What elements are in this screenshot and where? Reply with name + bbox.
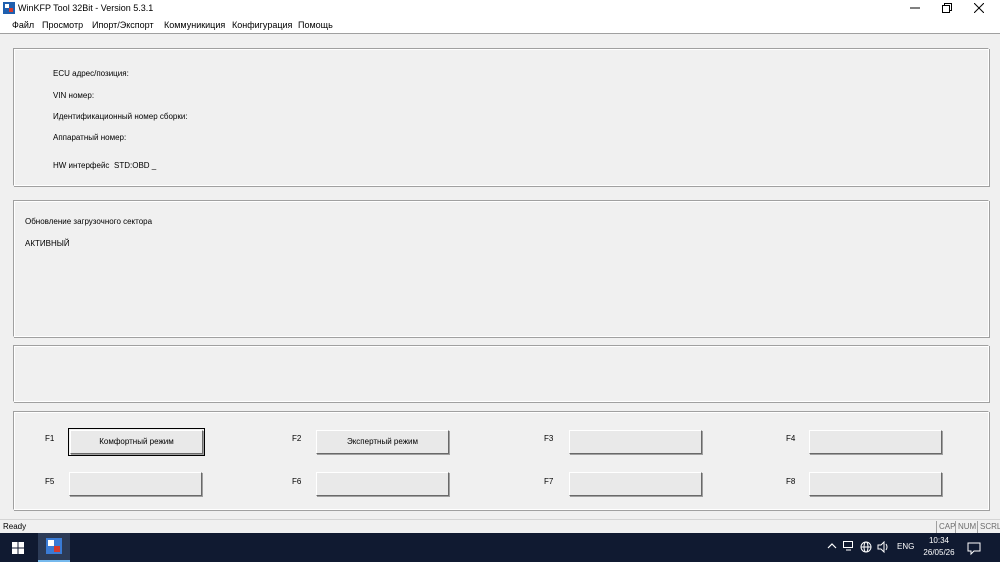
- f8-label: F8: [786, 477, 796, 486]
- chevron-up-icon[interactable]: [825, 541, 839, 555]
- clock-date: 26/05/26: [923, 548, 955, 557]
- close-button[interactable]: [964, 0, 994, 17]
- f4-button[interactable]: [809, 430, 942, 454]
- f8-button[interactable]: [809, 472, 942, 496]
- menu-view[interactable]: Просмотр: [42, 20, 83, 30]
- restore-icon: [942, 3, 952, 13]
- f4-label: F4: [786, 434, 796, 443]
- f3-label: F3: [544, 434, 554, 443]
- globe-icon[interactable]: [859, 541, 873, 555]
- hw-interface-value: STD:OBD _: [114, 161, 157, 170]
- f5-label: F5: [45, 477, 55, 486]
- taskbar-winkfp-app[interactable]: [38, 533, 70, 562]
- status-bar: Ready CAP NUM SCRL: [0, 519, 1000, 533]
- menu-bar: Файл Просмотр Ипорт/Экспорт Коммуникиция…: [0, 17, 1000, 34]
- window-title: WinKFP Tool 32Bit - Version 5.3.1: [18, 3, 154, 13]
- winkfp-app-icon: [46, 538, 62, 554]
- menu-file[interactable]: Файл: [12, 20, 34, 30]
- vin-label: VIN номер:: [53, 91, 95, 100]
- scrl-indicator: SCRL: [977, 521, 1000, 533]
- hw-interface-label: HW интерфейс: [53, 161, 110, 170]
- message-panel: [13, 345, 989, 402]
- f3-button[interactable]: [569, 430, 702, 454]
- status-panel: [13, 200, 989, 337]
- title-bar[interactable]: WinKFP Tool 32Bit - Version 5.3.1: [0, 0, 1000, 17]
- taskbar: ENG 10:34 26/05/26: [0, 533, 1000, 562]
- status-title: Обновление загрузочного сектора: [25, 217, 153, 226]
- cap-indicator: CAP: [936, 521, 955, 533]
- windows-start-icon: [12, 542, 24, 554]
- f6-label: F6: [292, 477, 302, 486]
- ecu-address-label: ECU адрес/позиция:: [53, 69, 129, 78]
- clock-time: 10:34: [928, 536, 950, 545]
- assembly-id-label: Идентификационный номер сборки:: [53, 112, 188, 121]
- menu-help[interactable]: Помощь: [298, 20, 333, 30]
- menu-communication[interactable]: Коммуникиция: [164, 20, 225, 30]
- minimize-icon: [910, 7, 920, 9]
- notification-icon[interactable]: [966, 540, 982, 556]
- hw-number-label: Аппаратный номер:: [53, 133, 127, 142]
- language-indicator[interactable]: ENG: [897, 542, 914, 551]
- network-icon[interactable]: [842, 541, 856, 555]
- status-state: АКТИВНЫЙ: [25, 239, 70, 248]
- f2-expert-mode-button[interactable]: Экспертный режим: [316, 430, 449, 454]
- start-button[interactable]: [0, 533, 36, 562]
- speaker-icon[interactable]: [876, 540, 890, 555]
- f5-button[interactable]: [69, 472, 202, 496]
- f2-label: F2: [292, 434, 302, 443]
- f7-button[interactable]: [569, 472, 702, 496]
- f1-comfort-mode-button[interactable]: Комфортный режим: [68, 428, 205, 456]
- close-icon: [974, 3, 984, 13]
- menu-import-export[interactable]: Ипорт/Экспорт: [92, 20, 154, 30]
- status-ready-text: Ready: [3, 522, 27, 531]
- f6-button[interactable]: [316, 472, 449, 496]
- f1-label: F1: [45, 434, 55, 443]
- minimize-button[interactable]: [900, 0, 930, 17]
- menu-configuration[interactable]: Конфигурация: [232, 20, 292, 30]
- restore-button[interactable]: [932, 0, 962, 17]
- num-indicator: NUM: [955, 521, 976, 533]
- clock[interactable]: 10:34 26/05/26: [918, 535, 960, 559]
- f7-label: F7: [544, 477, 554, 486]
- winkfp-app-icon: [3, 2, 15, 14]
